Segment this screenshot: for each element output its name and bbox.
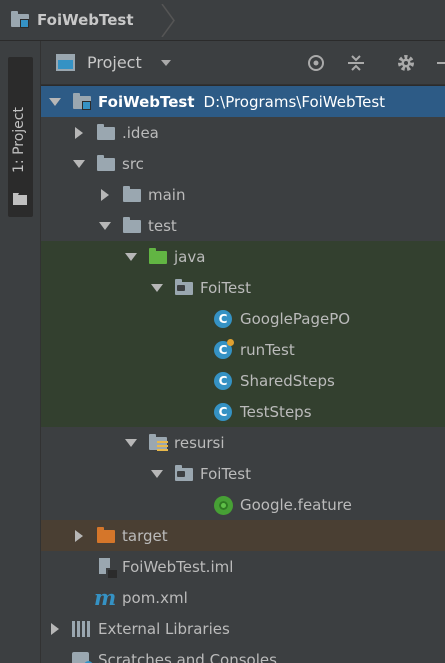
breadcrumb-label: FoiWebTest xyxy=(37,11,134,29)
collapse-all-icon[interactable] xyxy=(346,53,366,73)
tree-item-label: target xyxy=(122,526,168,545)
package-icon xyxy=(174,278,194,297)
tree-item-src[interactable]: src xyxy=(41,148,445,179)
project-view-icon xyxy=(56,54,75,71)
module-folder-icon xyxy=(10,11,30,29)
tree-item-iml[interactable]: FoiWebTest.iml xyxy=(41,551,445,582)
tree-item-resursi[interactable]: resursi xyxy=(41,427,445,458)
tree-item-label: FoiTest xyxy=(200,464,251,483)
expanded-arrow-icon[interactable] xyxy=(98,210,112,241)
class-icon: C xyxy=(214,309,234,328)
tree-item-label: FoiTest xyxy=(200,278,251,297)
locate-icon[interactable] xyxy=(306,53,326,73)
breadcrumb-separator-icon xyxy=(161,4,175,37)
tree-item-runtest[interactable]: C runTest xyxy=(41,334,445,365)
view-selector[interactable]: Project xyxy=(87,53,142,72)
folder-icon xyxy=(96,154,116,173)
tree-item-idea[interactable]: .idea xyxy=(41,117,445,148)
tree-item-label: FoiWebTest.iml xyxy=(122,557,234,576)
libraries-icon xyxy=(72,620,92,638)
gear-icon[interactable] xyxy=(396,53,416,73)
tree-item-target[interactable]: target xyxy=(41,520,445,551)
test-source-folder-icon xyxy=(148,247,168,266)
expanded-arrow-icon[interactable] xyxy=(150,272,164,303)
cucumber-icon xyxy=(214,495,234,515)
folder-icon xyxy=(96,123,116,142)
tree-item-label: src xyxy=(122,154,144,173)
folder-icon xyxy=(122,185,142,204)
collapsed-arrow-icon[interactable] xyxy=(98,179,112,210)
navigation-bar: FoiWebTest xyxy=(0,0,445,41)
project-tree: FoiWebTest D:\Programs\FoiWebTest .idea … xyxy=(41,86,445,663)
tree-item-root[interactable]: FoiWebTest D:\Programs\FoiWebTest xyxy=(41,86,445,117)
tree-item-label: java xyxy=(174,247,206,266)
expanded-arrow-icon[interactable] xyxy=(124,241,138,272)
breadcrumb-project[interactable]: FoiWebTest xyxy=(10,0,134,40)
tree-item-label: External Libraries xyxy=(98,619,230,638)
scratches-icon xyxy=(72,651,93,663)
tree-item-label: Scratches and Consoles xyxy=(98,650,277,663)
tree-item-label: pom.xml xyxy=(122,588,188,607)
tree-item-sharedsteps[interactable]: C SharedSteps xyxy=(41,365,445,396)
project-panel-header: Project xyxy=(41,41,445,85)
tree-item-external-libraries[interactable]: External Libraries xyxy=(41,613,445,644)
tree-item-main[interactable]: main xyxy=(41,179,445,210)
expanded-arrow-icon[interactable] xyxy=(124,427,138,458)
project-tool-window-tab[interactable]: 1: Project xyxy=(8,57,33,217)
class-icon: C xyxy=(214,371,234,390)
tree-item-label: GooglePagePO xyxy=(240,309,351,328)
tree-item-test[interactable]: test xyxy=(41,210,445,241)
class-run-icon: C xyxy=(214,338,234,359)
tree-item-label: SharedSteps xyxy=(240,371,335,390)
tree-item-label: Google.feature xyxy=(240,495,352,514)
expanded-arrow-icon[interactable] xyxy=(72,148,86,179)
tool-window-stripe: 1: Project xyxy=(0,41,41,663)
tree-item-java[interactable]: java xyxy=(41,241,445,272)
package-icon xyxy=(174,464,194,483)
folder-icon xyxy=(122,216,142,235)
tree-item-label: main xyxy=(148,185,186,204)
tree-item-google-feature[interactable]: Google.feature xyxy=(41,489,445,520)
iml-file-icon xyxy=(96,557,119,580)
module-folder-icon xyxy=(72,92,92,111)
resources-folder-icon xyxy=(148,433,168,452)
collapsed-arrow-icon[interactable] xyxy=(48,613,62,644)
excluded-folder-icon xyxy=(96,526,116,545)
tree-item-foitest-resources[interactable]: FoiTest xyxy=(41,458,445,489)
chevron-down-icon[interactable] xyxy=(161,60,171,66)
tree-item-label: resursi xyxy=(174,433,225,452)
class-icon: C xyxy=(214,402,234,421)
tree-item-label: FoiWebTest xyxy=(98,92,195,111)
folder-icon xyxy=(13,193,27,205)
tree-item-googlepagepo[interactable]: C GooglePagePO xyxy=(41,303,445,334)
collapsed-arrow-icon[interactable] xyxy=(72,117,86,148)
maven-icon: m xyxy=(94,584,117,610)
hide-icon[interactable] xyxy=(433,53,445,73)
tree-item-label: .idea xyxy=(122,123,159,142)
expanded-arrow-icon[interactable] xyxy=(150,458,164,489)
expanded-arrow-icon[interactable] xyxy=(48,86,62,117)
tree-item-teststeps[interactable]: C TestSteps xyxy=(41,396,445,427)
tree-item-label: TestSteps xyxy=(240,402,312,421)
tree-item-pom[interactable]: m pom.xml xyxy=(41,582,445,613)
tree-item-label: test xyxy=(148,216,177,235)
collapsed-arrow-icon[interactable] xyxy=(72,520,86,551)
project-path: D:\Programs\FoiWebTest xyxy=(203,92,386,111)
tree-item-foitest-java[interactable]: FoiTest xyxy=(41,272,445,303)
tree-item-scratches[interactable]: Scratches and Consoles xyxy=(41,644,445,663)
project-tab-label: 1: Project xyxy=(11,107,27,173)
tree-item-label: runTest xyxy=(240,340,295,359)
